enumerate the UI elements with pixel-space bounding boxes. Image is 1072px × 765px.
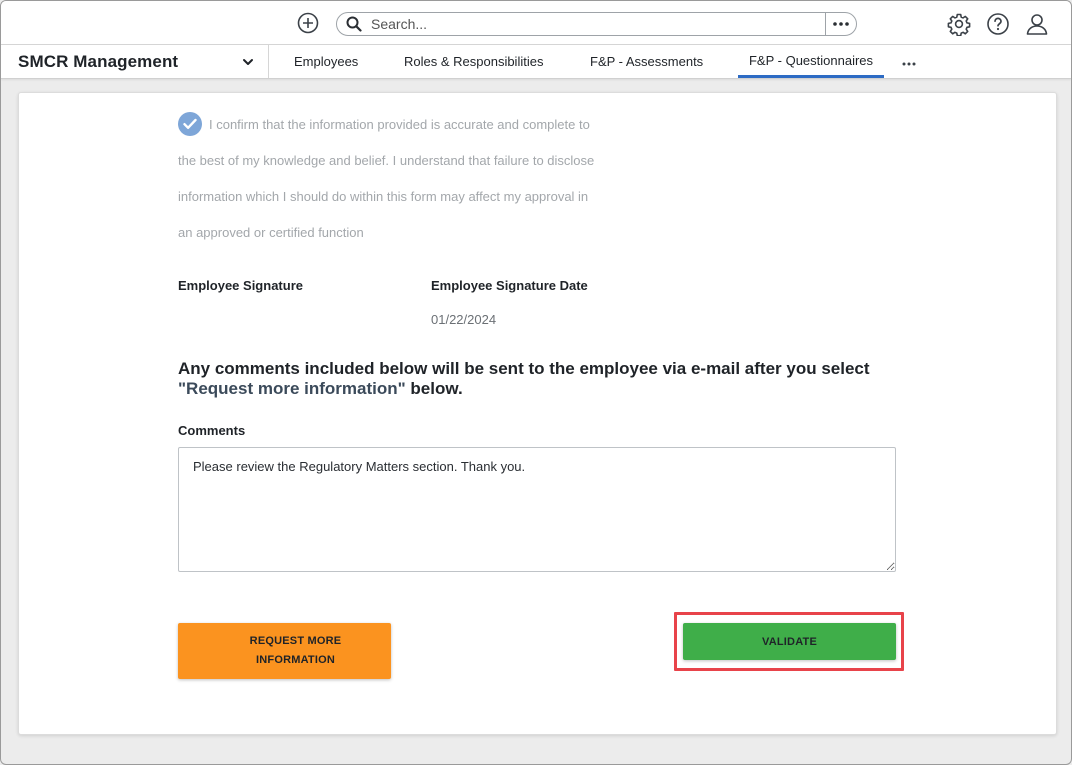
search-bar <box>336 12 857 36</box>
confirmation-text-line-2: the best of my knowledge and belief. I u… <box>178 153 595 168</box>
gear-icon[interactable] <box>947 12 971 36</box>
notice-suffix: below. <box>405 379 463 398</box>
comments-notice: Any comments included below will be sent… <box>178 359 908 399</box>
tab-fp-questionnaires[interactable]: F&P - Questionnaires <box>738 45 884 78</box>
plus-circle-icon[interactable] <box>297 12 319 34</box>
app-window: SMCR Management Employees Roles & Respon… <box>0 0 1072 765</box>
help-icon[interactable] <box>986 12 1010 36</box>
app-switcher[interactable]: SMCR Management <box>1 45 269 78</box>
more-tabs-icon[interactable] <box>902 53 916 71</box>
confirmation-text-line-1: I confirm that the information provided … <box>209 117 590 132</box>
tab-label: F&P - Assessments <box>590 54 704 69</box>
tab-label: F&P - Questionnaires <box>748 52 874 68</box>
validate-button[interactable]: VALIDATE <box>683 623 896 660</box>
search-options-icon[interactable] <box>825 13 856 35</box>
employee-signature-label: Employee Signature <box>178 278 303 293</box>
tab-employees[interactable]: Employees <box>294 45 358 78</box>
confirmation-checkbox[interactable] <box>178 112 202 136</box>
check-icon <box>183 118 197 129</box>
search-icon <box>337 13 371 35</box>
top-bar <box>1 1 1071 45</box>
chevron-down-icon <box>242 55 254 73</box>
request-more-information-button[interactable]: REQUEST MORE INFORMATION <box>178 623 391 679</box>
confirmation-text-line-3: information which I should do within thi… <box>178 189 589 204</box>
nav-bar: SMCR Management Employees Roles & Respon… <box>1 45 1071 79</box>
employee-signature-date-label: Employee Signature Date <box>431 278 588 293</box>
notice-highlight: "Request more information" <box>178 379 406 398</box>
notice-text: Any comments included below will be sent… <box>178 359 870 378</box>
tab-fp-assessments[interactable]: F&P - Assessments <box>590 45 703 78</box>
employee-signature-date-value: 01/22/2024 <box>431 312 497 327</box>
confirmation-text-line-4: an approved or certified function <box>178 225 364 240</box>
user-icon[interactable] <box>1025 12 1049 36</box>
comments-label: Comments <box>178 423 246 438</box>
search-input[interactable] <box>371 14 825 34</box>
tab-label: Employees <box>294 54 359 69</box>
app-name: SMCR Management <box>18 51 179 71</box>
tab-roles-responsibilities[interactable]: Roles & Responsibilities <box>404 45 543 78</box>
comments-textarea[interactable]: Please review the Regulatory Matters sec… <box>178 447 896 572</box>
tab-label: Roles & Responsibilities <box>404 54 544 69</box>
